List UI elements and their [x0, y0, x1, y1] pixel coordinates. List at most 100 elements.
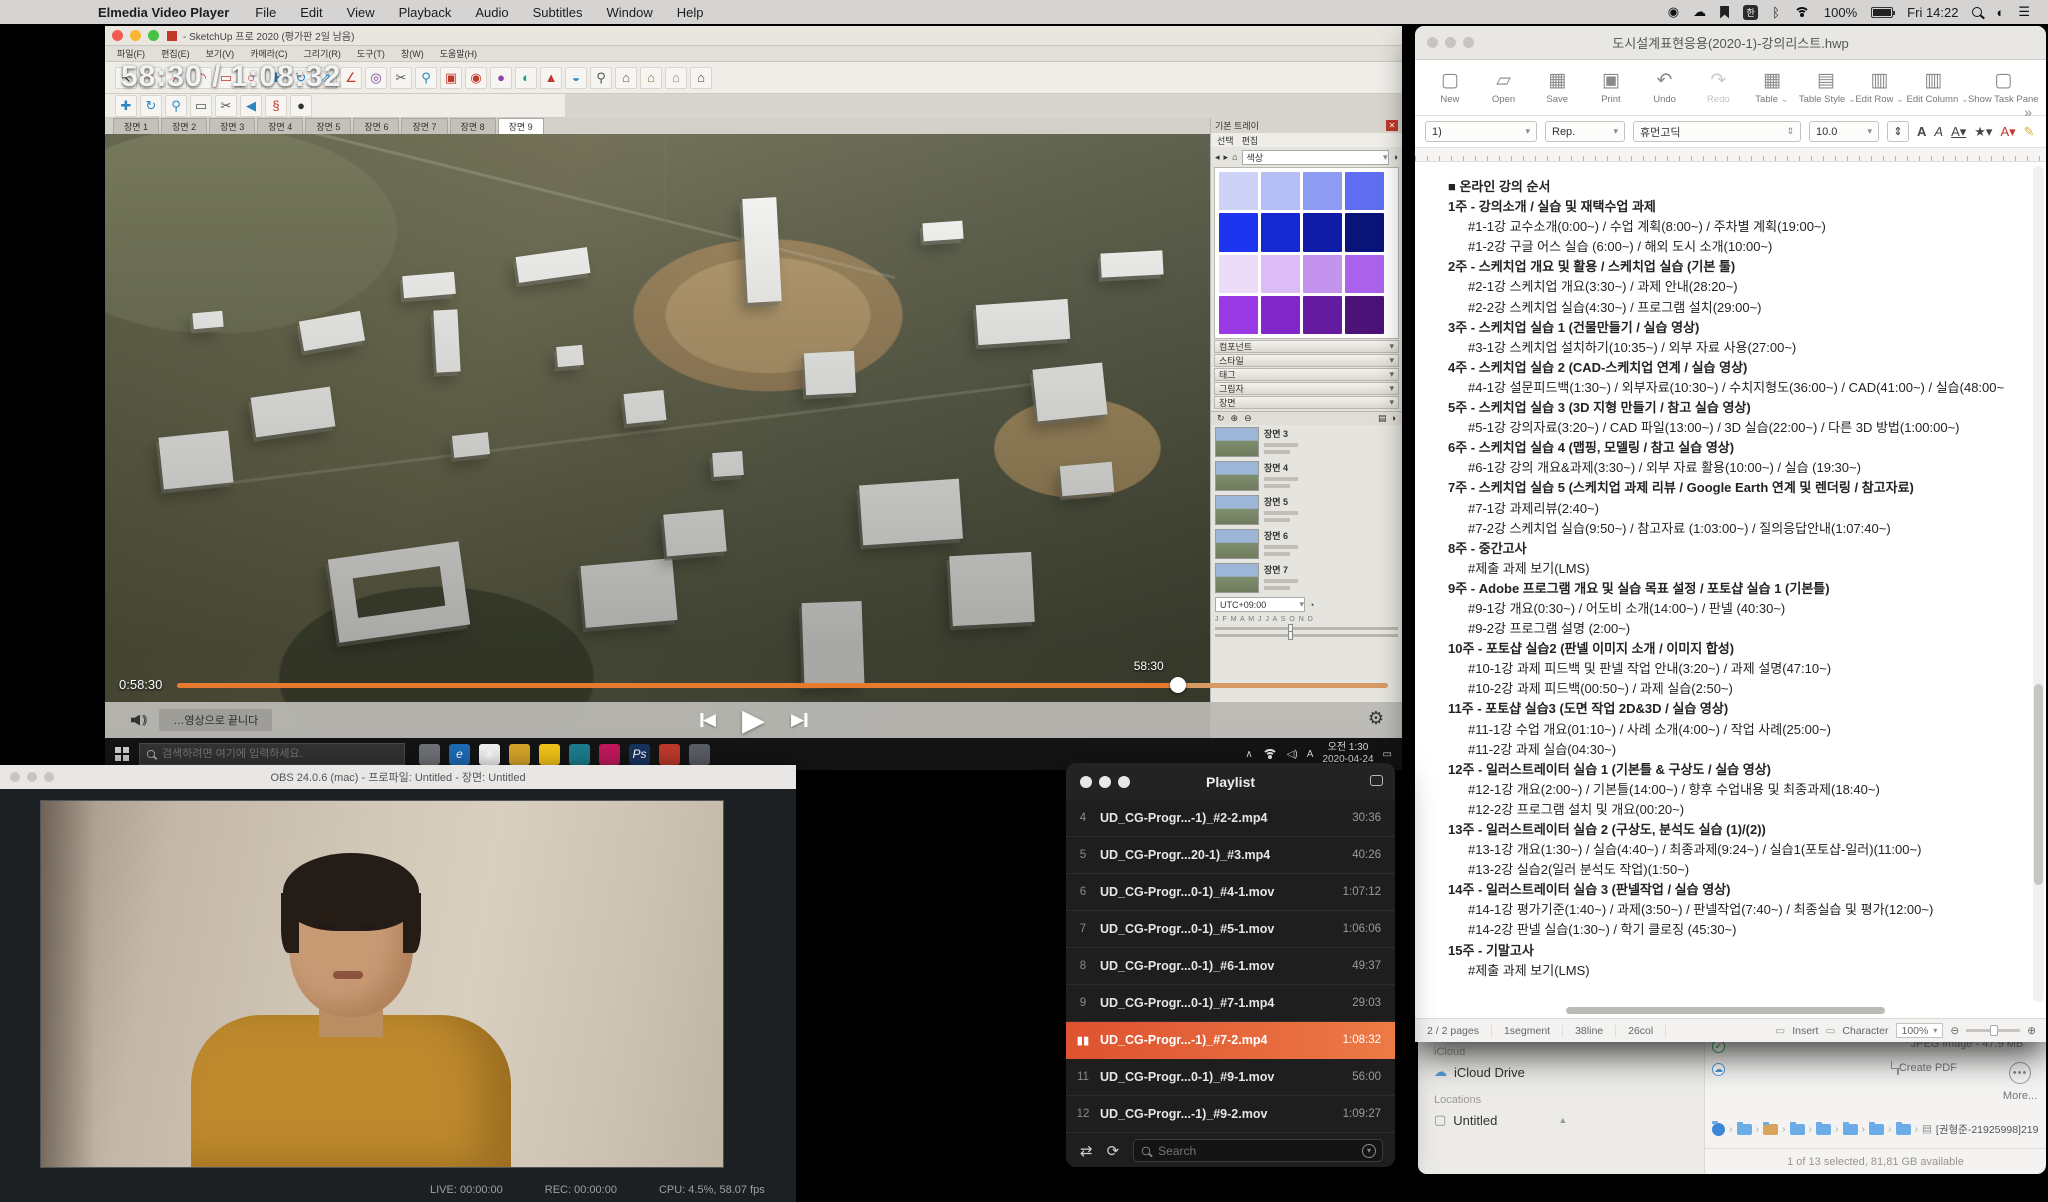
cloud-icon[interactable]: ☁ — [1693, 4, 1706, 20]
refresh-icon[interactable]: ↻ — [1217, 413, 1225, 424]
create-pdf-button[interactable]: Create PDF — [1897, 1062, 1957, 1102]
finder-path-bar[interactable]: › › › › › › › › ▤ [권형준-21925998]21925998… — [1712, 1118, 2038, 1140]
menubar-menu-item[interactable]: Window — [606, 5, 652, 20]
taskbar-app-icon[interactable] — [689, 744, 710, 765]
sketchup-tool-icon[interactable]: ● — [490, 67, 512, 89]
windows-search-input[interactable] — [162, 748, 382, 760]
style-select[interactable]: 1)▾ — [1425, 121, 1537, 142]
scene-tab[interactable]: 장면 6 — [353, 118, 399, 134]
playlist-search-box[interactable]: ▾ — [1133, 1139, 1383, 1162]
material-category-select[interactable]: 색상▾ — [1242, 150, 1389, 165]
sketchup-tool-icon[interactable]: ✂ — [215, 95, 237, 117]
playlist-row[interactable]: 6 UD_CG-Progr...0-1)_#4-1.mov 1:07:12 — [1066, 874, 1395, 911]
color-swatch[interactable] — [1303, 213, 1342, 251]
sketchup-tool-icon[interactable]: ◒ — [565, 67, 587, 89]
path-file-name[interactable]: [권형준-21925998]21925998 권형준 최 — [1936, 1122, 2038, 1137]
tray-chevron-icon[interactable]: ∧ — [1245, 749, 1252, 760]
hwp-toolbar-button[interactable]: ▣Print — [1584, 70, 1638, 105]
menubar-menu-item[interactable]: Subtitles — [533, 5, 583, 20]
scene-list-item[interactable]: 장면 4 — [1211, 459, 1402, 493]
sketchup-menu-item[interactable]: 카메라(C) — [250, 47, 287, 60]
tray-volume-icon[interactable]: ◁) — [1287, 749, 1298, 760]
player-progress-knob[interactable] — [1170, 677, 1186, 693]
player-progress-bar[interactable]: 58:30 — [177, 683, 1388, 688]
insert-mode-icon[interactable]: ▭ — [1775, 1025, 1785, 1037]
sidebar-item-untitled[interactable]: ▢ Untitled ▲ — [1434, 1112, 1704, 1128]
finder-window[interactable]: iCloud ☁ iCloud Drive Locations ▢ Untitl… — [1418, 1032, 2046, 1174]
view-options-icon[interactable]: ▤ — [1378, 413, 1387, 424]
repeat-icon[interactable]: ⟳ — [1107, 1142, 1120, 1160]
sketchup-tool-icon[interactable]: ◀ — [240, 95, 262, 117]
scrollbar-thumb[interactable] — [2034, 684, 2043, 885]
scene-tab[interactable]: 장면 5 — [305, 118, 351, 134]
taskbar-app-icon[interactable]: ◉ — [479, 744, 500, 765]
taskbar-app-icon[interactable] — [539, 744, 560, 765]
back-icon[interactable]: ◂ — [1215, 152, 1220, 163]
taskbar-app-icon[interactable] — [419, 744, 440, 765]
taskbar-app-icon[interactable]: Ps — [629, 744, 650, 765]
playlist-window[interactable]: Playlist 4 UD_CG-Progr...-1)_#2-2.mp4 30… — [1066, 763, 1395, 1167]
bookmark-icon[interactable] — [1720, 6, 1729, 19]
scene-tab[interactable]: 장면 4 — [257, 118, 303, 134]
playlist-row[interactable]: 12 UD_CG-Progr...-1)_#9-2.mov 1:09:27 — [1066, 1096, 1395, 1133]
scene-tab[interactable]: 장면 2 — [161, 118, 207, 134]
font-color-icon[interactable]: A▾ — [2000, 124, 2015, 140]
italic-icon[interactable]: A — [1934, 124, 1943, 139]
zoom-button[interactable] — [148, 30, 159, 41]
taskbar-app-icon[interactable] — [659, 744, 680, 765]
playlist-row[interactable]: 11 UD_CG-Progr...0-1)_#9-1.mov 56:00 — [1066, 1059, 1395, 1096]
insert-mode-label[interactable]: Insert — [1792, 1025, 1818, 1037]
spotlight-icon[interactable] — [1972, 7, 1982, 17]
scrollbar-thumb[interactable] — [1566, 1007, 1886, 1014]
sketchup-menu-item[interactable]: 파일(F) — [117, 47, 145, 60]
tray-tab[interactable]: 선택 — [1217, 134, 1234, 147]
menubar-menu-item[interactable]: View — [347, 5, 375, 20]
volume-icon[interactable] — [131, 715, 140, 726]
tray-ime-icon[interactable]: A — [1307, 749, 1314, 760]
menubar-menu-item[interactable]: Help — [677, 5, 704, 20]
sketchup-tool-icon[interactable]: ▲ — [540, 67, 562, 89]
path-folder-icon[interactable] — [1790, 1124, 1805, 1135]
playlist-search-input[interactable] — [1158, 1144, 1362, 1158]
hwp-toolbar-button[interactable]: ▢New — [1423, 70, 1477, 105]
windows-search-box[interactable] — [139, 743, 405, 765]
sketchup-menu-item[interactable]: 창(W) — [401, 47, 424, 60]
shadow-date-slider[interactable] — [1215, 627, 1398, 630]
tray-wifi-icon[interactable] — [1262, 749, 1278, 760]
hwp-toolbar-button[interactable]: ↶Undo — [1638, 70, 1692, 105]
path-folder-icon[interactable] — [1737, 1124, 1752, 1135]
sketchup-tool-icon[interactable]: ◉ — [465, 67, 487, 89]
path-folder-icon[interactable] — [1869, 1124, 1884, 1135]
color-swatch[interactable] — [1219, 255, 1258, 293]
sketchup-tool-icon[interactable]: ▣ — [440, 67, 462, 89]
tray-section-bar[interactable]: 태그▾ — [1214, 368, 1399, 381]
hwp-toolbar-button[interactable]: ▢Show Task Pane — [1961, 70, 2047, 105]
menubar-menu-item[interactable]: File — [255, 5, 276, 20]
menubar-menu-item[interactable]: Audio — [475, 5, 508, 20]
color-swatch[interactable] — [1345, 296, 1384, 334]
tray-close-icon[interactable]: ✕ — [1386, 120, 1398, 131]
color-swatch[interactable] — [1345, 172, 1384, 210]
template-select[interactable]: Rep.▾ — [1545, 121, 1625, 142]
effect-icon[interactable]: ★▾ — [1974, 124, 1992, 140]
sketchup-menu-item[interactable]: 보기(V) — [206, 47, 235, 60]
previous-button[interactable]: ◀ — [700, 710, 716, 730]
sketchup-tool-icon[interactable]: ↻ — [140, 95, 162, 117]
paint-sample-icon[interactable]: ◑ — [1393, 152, 1398, 162]
obs-window[interactable]: OBS 24.0.6 (mac) - 프로파일: Untitled - 장면: … — [0, 765, 796, 1202]
sketchup-tool-icon[interactable]: ◎ — [365, 67, 387, 89]
input-source-icon[interactable]: 한 — [1743, 5, 1758, 20]
path-app-icon[interactable] — [1712, 1123, 1725, 1136]
hwp-toolbar-button[interactable]: ▤Table Style ⌄ — [1799, 70, 1853, 105]
shadow-time-slider[interactable] — [1215, 634, 1398, 637]
sketchup-menu-item[interactable]: 그리기(R) — [304, 47, 341, 60]
home-icon[interactable]: ⌂ — [1232, 152, 1237, 162]
taskbar-app-icon[interactable] — [599, 744, 620, 765]
scene-list-item[interactable]: 장면 5 — [1211, 493, 1402, 527]
hwp-toolbar-button[interactable]: ▦Save — [1530, 70, 1584, 105]
windows-start-icon[interactable] — [115, 747, 129, 761]
search-filter-icon[interactable]: ▾ — [1362, 1144, 1376, 1158]
playlist-row[interactable]: ▮▮ UD_CG-Progr...-1)_#7-2.mp4 1:08:32 — [1066, 1022, 1395, 1059]
tray-section-bar[interactable]: 그림자▾ — [1214, 382, 1399, 395]
hwp-document-window[interactable]: 도시설계표현응용(2020-1)-강의리스트.hwp ▢New ▱Open ▦S… — [1415, 26, 2046, 1042]
